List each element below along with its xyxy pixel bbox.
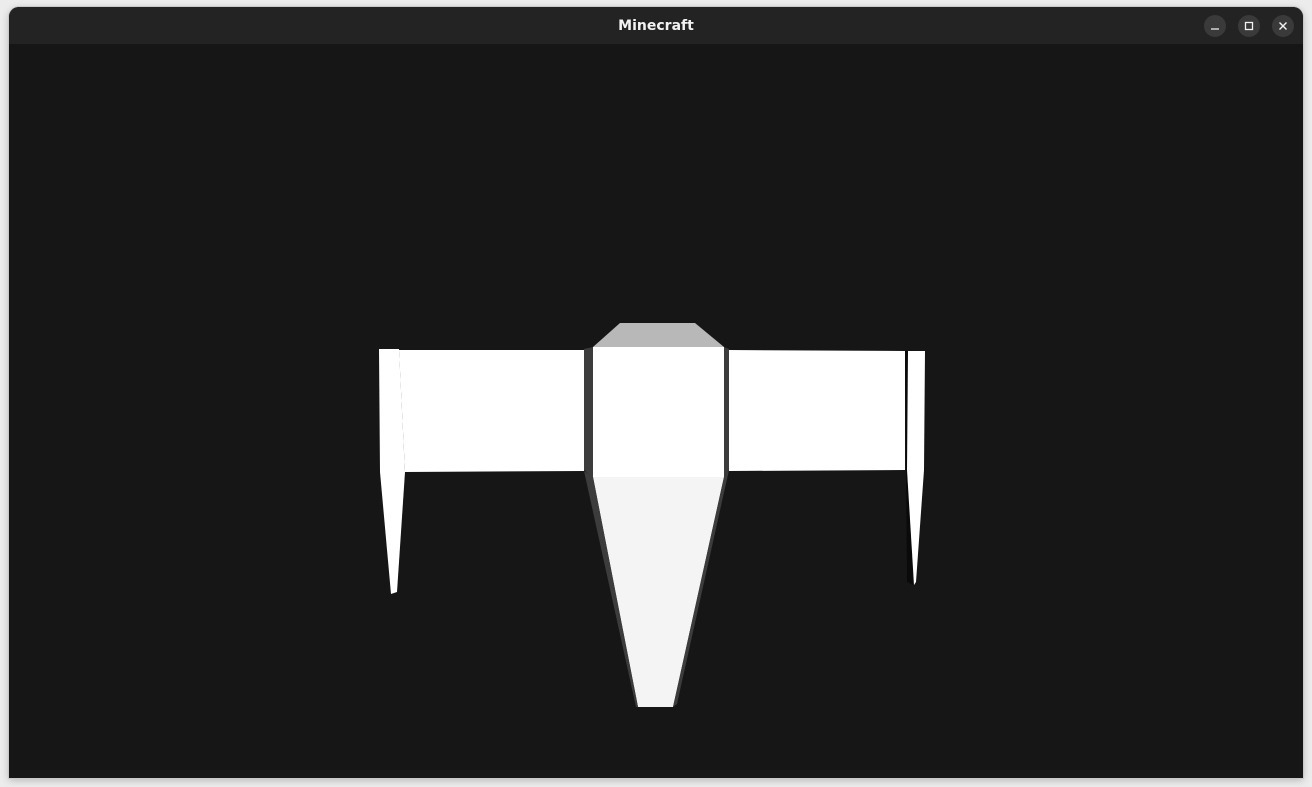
window-controls [1204,15,1294,37]
title-bar[interactable]: Minecraft [9,7,1303,45]
minimize-icon [1211,28,1219,30]
left-arm [399,350,584,472]
torso-right-shadow [724,347,729,477]
right-arm [729,350,905,471]
player-model-scene [379,323,925,707]
torso-left-shadow [584,347,593,478]
app-window: Minecraft [9,7,1303,778]
window-title: Minecraft [618,18,694,34]
game-viewport[interactable] [9,44,1303,778]
close-button[interactable] [1272,15,1294,37]
maximize-icon [1244,21,1254,31]
torso-front [593,347,724,477]
close-icon [1279,22,1287,30]
minimize-button[interactable] [1204,15,1226,37]
head-top [593,323,724,347]
maximize-button[interactable] [1238,15,1260,37]
